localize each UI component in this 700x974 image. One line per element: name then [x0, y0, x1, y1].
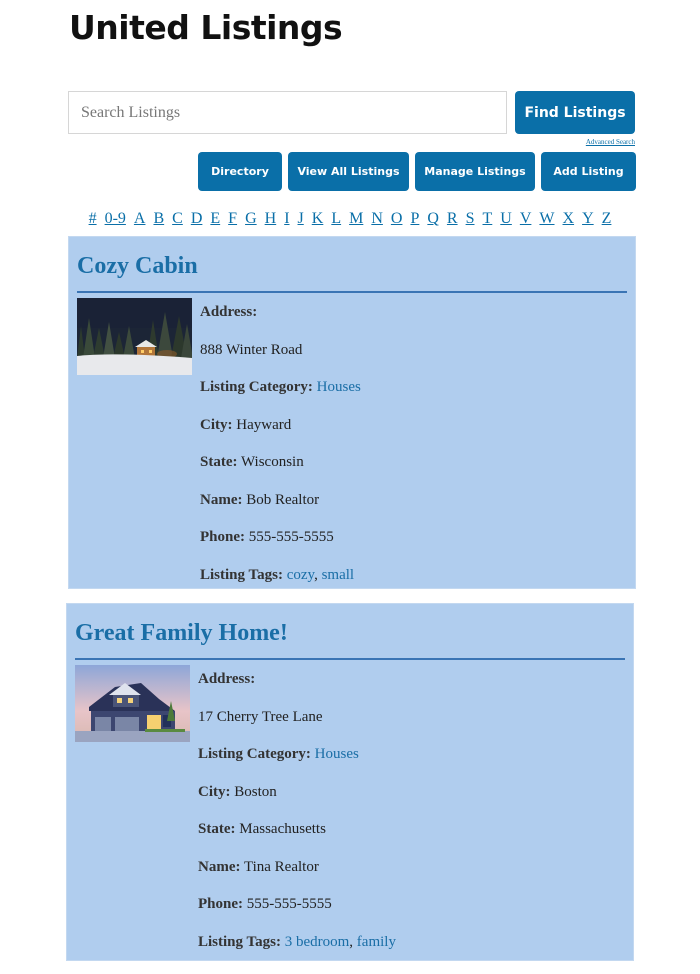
search-input[interactable] [68, 91, 507, 134]
address-value-row: 888 Winter Road [200, 341, 620, 379]
name-label: Name: [198, 858, 241, 875]
city-label: City: [200, 416, 233, 433]
tag-link[interactable]: 3 bedroom [285, 934, 350, 950]
alphabet-link[interactable]: U [500, 210, 512, 227]
category-field: Listing Category: Houses [198, 745, 618, 783]
alphabet-link[interactable]: W [539, 210, 554, 227]
city-field: City: Boston [198, 783, 618, 821]
name-field: Name: Bob Realtor [200, 491, 620, 529]
listing-title[interactable]: Cozy Cabin [77, 253, 198, 280]
city-label: City: [198, 783, 231, 800]
tags-field: Listing Tags: cozy, small [200, 566, 355, 583]
site-title: United Listings [69, 8, 343, 47]
tag-link[interactable]: small [322, 567, 355, 583]
category-label: Listing Category: [200, 379, 313, 395]
alphabet-link[interactable]: C [172, 210, 183, 227]
state-label: State: [198, 821, 236, 837]
alphabet-link[interactable]: I [284, 210, 289, 227]
tags-label: Listing Tags: [200, 566, 283, 583]
state-label: State: [200, 454, 238, 470]
address-value-row: 17 Cherry Tree Lane [198, 708, 618, 746]
phone-field: Phone: 555-555-5555 [200, 528, 620, 566]
phone-value: 555-555-5555 [246, 896, 332, 912]
directory-button[interactable]: Directory [198, 152, 282, 191]
address-value: 888 Winter Road [200, 341, 303, 358]
alphabet-link[interactable]: H [265, 210, 277, 227]
tag-link[interactable]: family [357, 934, 396, 950]
nav-buttons: Directory View All Listings Manage Listi… [198, 152, 636, 191]
alphabet-link[interactable]: J [298, 210, 304, 227]
phone-field: Phone: 555-555-5555 [198, 895, 618, 933]
state-value: Massachusetts [239, 821, 326, 837]
name-label: Name: [200, 491, 243, 508]
title-divider [75, 658, 625, 660]
alphabet-link[interactable]: T [483, 210, 493, 227]
alphabet-link[interactable]: Q [427, 210, 439, 227]
phone-value: 555-555-5555 [248, 529, 334, 545]
phone-label: Phone: [200, 529, 245, 545]
name-value: Bob Realtor [246, 491, 320, 508]
alphabet-link[interactable]: N [371, 210, 383, 227]
alphabet-link[interactable]: G [245, 210, 257, 227]
listing-card: Great Family Home! Address: 17 Cherry Tr… [66, 603, 634, 961]
alphabet-link[interactable]: V [520, 210, 532, 227]
find-listings-button[interactable]: Find Listings [515, 91, 635, 134]
category-link[interactable]: Houses [315, 746, 359, 762]
city-value: Hayward [236, 416, 292, 433]
category-link[interactable]: Houses [317, 379, 361, 395]
city-value: Boston [234, 783, 277, 800]
address-field: Address: [198, 670, 618, 708]
alphabet-link[interactable]: E [210, 210, 220, 227]
category-label: Listing Category: [198, 746, 311, 762]
alphabet-link[interactable]: 0-9 [105, 210, 126, 227]
alphabet-link[interactable]: Z [602, 210, 612, 227]
category-field: Listing Category: Houses [200, 378, 620, 416]
alphabet-link[interactable]: M [349, 210, 363, 227]
name-value: Tina Realtor [243, 858, 319, 875]
listing-details: Address: 17 Cherry Tree Lane Listing Cat… [198, 670, 618, 970]
add-listing-button[interactable]: Add Listing [541, 152, 636, 191]
state-value: Wisconsin [240, 454, 304, 470]
alphabet-link[interactable]: S [466, 210, 475, 227]
name-field: Name: Tina Realtor [198, 858, 618, 896]
alphabet-link[interactable]: R [447, 210, 458, 227]
state-field: State: Massachusetts [198, 820, 618, 858]
tags-label: Listing Tags: [198, 933, 281, 950]
alphabet-link[interactable]: X [563, 210, 575, 227]
advanced-search-link[interactable]: Advanced Search [586, 138, 635, 146]
alphabet-link[interactable]: L [331, 210, 341, 227]
listing-image-house[interactable] [75, 665, 190, 742]
listing-details: Address: 888 Winter Road Listing Categor… [200, 303, 620, 603]
search-bar: Find Listings [68, 91, 635, 134]
alphabet-link[interactable]: P [410, 210, 419, 227]
listing-image-cabin[interactable] [77, 298, 192, 375]
phone-label: Phone: [198, 896, 243, 912]
tag-link[interactable]: cozy [287, 567, 314, 583]
alphabet-link[interactable]: K [312, 210, 324, 227]
address-label: Address: [200, 304, 258, 320]
tags-field: Listing Tags: 3 bedroom, family [198, 933, 396, 950]
listing-title[interactable]: Great Family Home! [75, 620, 288, 647]
alphabet-filter: # 0-9 A B C D E F G H I J K L M N O P Q … [0, 210, 700, 228]
alphabet-link[interactable]: F [228, 210, 237, 227]
alphabet-link[interactable]: B [153, 210, 164, 227]
alphabet-link[interactable]: A [134, 210, 146, 227]
manage-listings-button[interactable]: Manage Listings [415, 152, 535, 191]
address-field: Address: [200, 303, 620, 341]
view-all-listings-button[interactable]: View All Listings [288, 152, 409, 191]
address-label: Address: [198, 671, 256, 687]
city-field: City: Hayward [200, 416, 620, 454]
alphabet-link[interactable]: O [391, 210, 403, 227]
alphabet-link[interactable]: # [89, 210, 97, 227]
state-field: State: Wisconsin [200, 453, 620, 491]
address-value: 17 Cherry Tree Lane [198, 708, 323, 725]
listing-card: Cozy Cabin Address: 888 Winter Road List… [68, 236, 636, 589]
title-divider [77, 291, 627, 293]
alphabet-link[interactable]: D [191, 210, 203, 227]
alphabet-link[interactable]: Y [582, 210, 594, 227]
